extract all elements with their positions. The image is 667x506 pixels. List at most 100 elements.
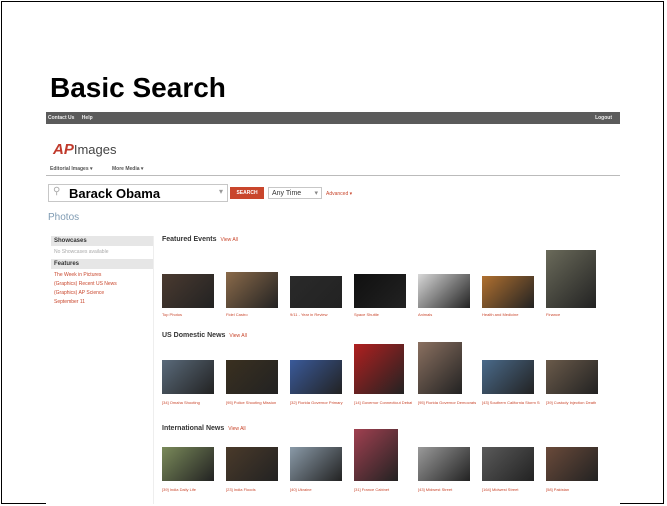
photo-caption[interactable]: [40] Ukraine: [290, 487, 348, 492]
photo-thumbnail[interactable]: [226, 272, 278, 308]
photo-thumbnail[interactable]: [418, 342, 462, 394]
photo-image: [354, 344, 404, 394]
photo-image: [226, 360, 278, 394]
logo-ap-text: AP: [53, 141, 74, 158]
photo-thumbnail[interactable]: [482, 360, 534, 394]
tab-more-media[interactable]: More Media ▾: [112, 166, 143, 172]
top-nav-bar: Contact Us Help Logout: [46, 112, 620, 124]
photo-caption[interactable]: [14] Governor Connecticut Debate: [354, 400, 412, 405]
photo-thumbnail[interactable]: [354, 344, 404, 394]
showcases-note: No Showcases available: [54, 249, 109, 255]
photo-thumbnail[interactable]: [290, 276, 342, 308]
photo-thumbnail[interactable]: [162, 274, 214, 308]
photo-image: [482, 447, 534, 481]
photo-caption[interactable]: [95] Florida Governor Democrats: [418, 400, 476, 405]
photo-thumbnail[interactable]: [482, 447, 534, 481]
chevron-down-icon: ▾: [314, 190, 318, 197]
view-all-link[interactable]: View All: [229, 333, 246, 339]
photo-image: [418, 342, 462, 394]
photo-caption[interactable]: 9/11 - Year in Review: [290, 312, 348, 317]
chevron-down-icon[interactable]: ▾: [219, 187, 223, 196]
photo-image: [418, 447, 470, 481]
search-input[interactable]: ⚲ Barack Obama ▾: [48, 184, 228, 202]
logout-link[interactable]: Logout: [595, 115, 612, 121]
search-button[interactable]: SEARCH: [230, 187, 264, 199]
photos-heading: Photos: [48, 212, 80, 223]
photo-thumbnail[interactable]: [482, 276, 534, 308]
photo-thumbnail[interactable]: [546, 360, 598, 394]
website-screenshot: Contact Us Help Logout APImages Editoria…: [46, 112, 620, 504]
photo-caption[interactable]: [32] Florida Governor Primary: [290, 400, 348, 405]
photo-caption[interactable]: [39] India Daily Life: [162, 487, 220, 492]
photo-caption[interactable]: [58] Pakistan: [546, 487, 604, 492]
photo-caption[interactable]: Health and Medicine: [482, 312, 540, 317]
help-link[interactable]: Help: [82, 115, 93, 121]
sidebar: Showcases No Showcases available Feature…: [51, 236, 154, 504]
photo-caption[interactable]: Space Shuttle: [354, 312, 412, 317]
photo-caption[interactable]: [43] Southern California Storm Surf: [482, 400, 540, 405]
photo-thumbnail[interactable]: [418, 447, 470, 481]
photo-thumbnail[interactable]: [546, 447, 598, 481]
feature-link[interactable]: The Week in Pictures: [51, 272, 153, 281]
features-heading: Features: [51, 259, 153, 269]
photo-image: [546, 447, 598, 481]
photo-caption[interactable]: [43] Midwest Street: [418, 487, 476, 492]
photo-caption[interactable]: [164] Midwest Street: [482, 487, 540, 492]
slide-title: Basic Search: [50, 72, 226, 103]
photo-thumbnail[interactable]: [162, 360, 214, 394]
photo-caption[interactable]: Top Photos: [162, 312, 220, 317]
photo-thumbnail[interactable]: [290, 360, 342, 394]
photo-caption[interactable]: Animals: [418, 312, 476, 317]
photo-caption[interactable]: [23] India Floods: [226, 487, 284, 492]
time-range-value: Any Time: [272, 190, 302, 197]
section-title-text: US Domestic News: [162, 332, 226, 339]
media-tabs: Editorial Images ▾ More Media ▾: [46, 162, 620, 176]
photo-thumbnail[interactable]: [226, 360, 278, 394]
photo-thumbnail[interactable]: [418, 274, 470, 308]
photo-image: [354, 274, 406, 308]
section-title-text: Featured Events: [162, 236, 217, 243]
photo-image: [546, 250, 596, 308]
photo-image: [290, 276, 342, 308]
photo-image: [354, 429, 398, 481]
photo-caption[interactable]: [39] Custody Injection Death: [546, 400, 604, 405]
photo-image: [162, 360, 214, 394]
section-title: International News View All: [162, 425, 246, 432]
photo-image: [290, 360, 342, 394]
photo-caption[interactable]: Finance: [546, 312, 604, 317]
view-all-link[interactable]: View All: [220, 237, 237, 243]
photo-thumbnail[interactable]: [546, 250, 596, 308]
logo-images-text: Images: [73, 142, 117, 157]
photo-image: [162, 274, 214, 308]
photo-image: [226, 272, 278, 308]
search-query: Barack Obama: [69, 186, 161, 201]
photo-caption[interactable]: [31] France Cabinet: [354, 487, 412, 492]
photo-caption[interactable]: [34] Omaha Shooting: [162, 400, 220, 405]
photo-thumbnail[interactable]: [354, 429, 398, 481]
photo-image: [290, 447, 342, 481]
photo-thumbnail[interactable]: [354, 274, 406, 308]
photo-caption[interactable]: Fidel Castro: [226, 312, 284, 317]
ap-images-logo[interactable]: APImages: [53, 141, 116, 158]
photo-image: [162, 447, 214, 481]
photo-image: [482, 276, 534, 308]
search-icon: ⚲: [53, 186, 61, 197]
photo-image: [546, 360, 598, 394]
photo-caption[interactable]: [95] Police Shooting Mission: [226, 400, 284, 405]
section-title: Featured Events View All: [162, 236, 238, 243]
view-all-link[interactable]: View All: [228, 426, 245, 432]
section-title: US Domestic News View All: [162, 332, 247, 339]
photo-thumbnail[interactable]: [162, 447, 214, 481]
photo-image: [226, 447, 278, 481]
tab-editorial-images[interactable]: Editorial Images ▾: [50, 166, 93, 172]
photo-image: [482, 360, 534, 394]
advanced-search-link[interactable]: Advanced ▾: [326, 191, 352, 197]
feature-link[interactable]: (Graphics) Recent US News: [51, 281, 153, 290]
photo-thumbnail[interactable]: [290, 447, 342, 481]
time-range-select[interactable]: Any Time ▾: [268, 187, 322, 199]
contact-us-link[interactable]: Contact Us: [48, 115, 74, 121]
showcases-heading: Showcases: [51, 236, 153, 246]
photo-thumbnail[interactable]: [226, 447, 278, 481]
feature-link[interactable]: (Graphics) AP Science: [51, 290, 153, 299]
feature-link[interactable]: September 11: [51, 299, 153, 308]
